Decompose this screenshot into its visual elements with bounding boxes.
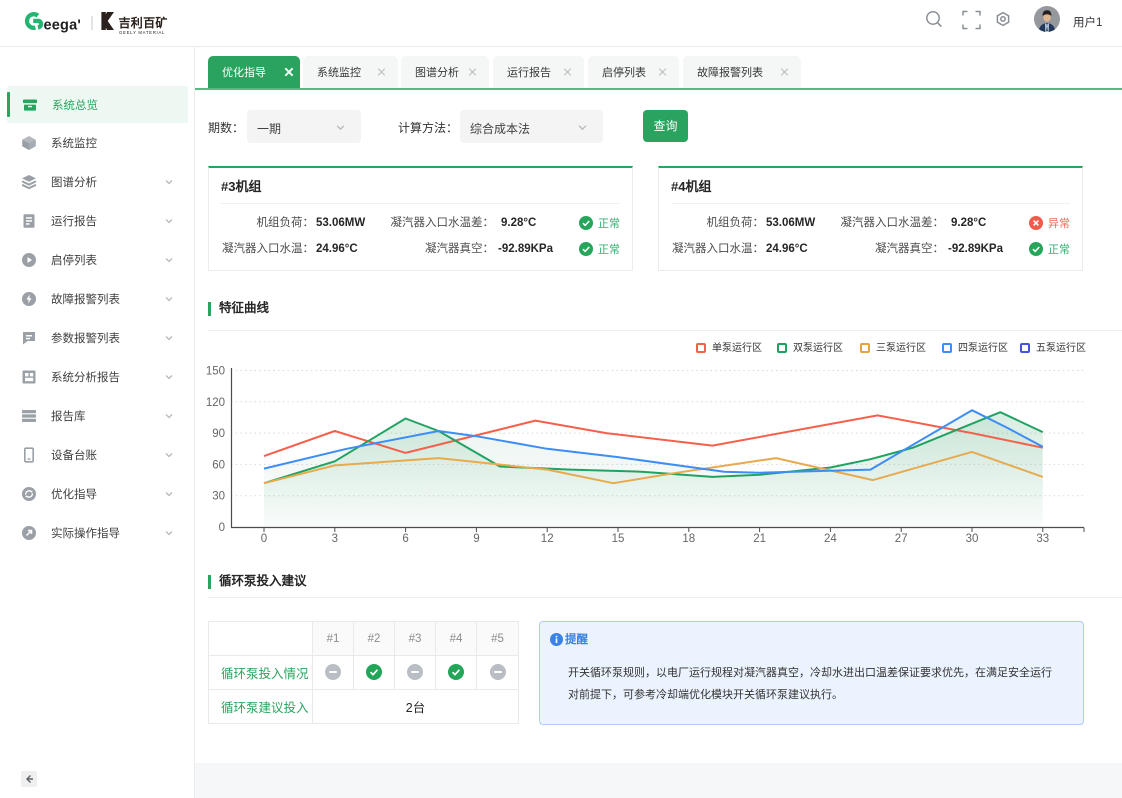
svg-text:15: 15 — [612, 533, 625, 545]
svg-text:0: 0 — [219, 522, 225, 534]
svg-text:120: 120 — [206, 397, 225, 409]
svg-text:150: 150 — [206, 366, 225, 378]
svg-text:GEELY MATERIAL: GEELY MATERIAL — [119, 30, 165, 35]
svg-text:9: 9 — [473, 533, 479, 545]
svg-text:33: 33 — [1036, 533, 1049, 545]
svg-text:3: 3 — [332, 533, 338, 545]
svg-text:18: 18 — [682, 533, 695, 545]
svg-text:90: 90 — [212, 428, 225, 440]
svg-text:21: 21 — [753, 533, 766, 545]
svg-text:12: 12 — [541, 533, 554, 545]
svg-text:60: 60 — [212, 459, 225, 471]
svg-text:27: 27 — [895, 533, 908, 545]
svg-text:吉利百矿: 吉利百矿 — [119, 15, 168, 30]
svg-text:0: 0 — [261, 533, 267, 545]
svg-text:6: 6 — [402, 533, 408, 545]
svg-text:30: 30 — [212, 491, 225, 503]
svg-text:24: 24 — [824, 533, 837, 545]
svg-text:30: 30 — [966, 533, 979, 545]
svg-text:eega': eega' — [44, 18, 82, 34]
